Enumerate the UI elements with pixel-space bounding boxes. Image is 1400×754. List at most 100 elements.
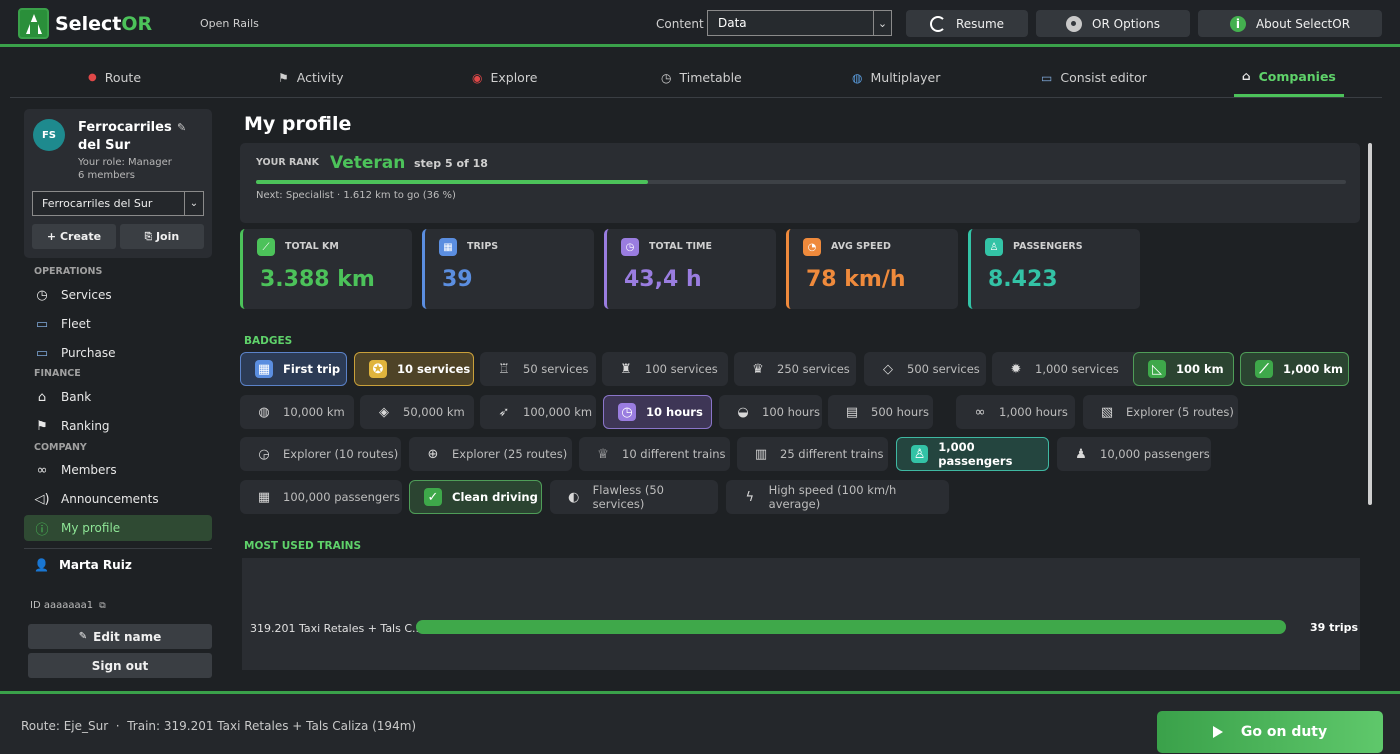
badge[interactable]: ✹ 1,000 services <box>992 352 1146 386</box>
stat-card: ▦ TRIPS 39 <box>422 229 594 309</box>
sidebar-item-ranking[interactable]: ⚑ Ranking <box>24 413 212 439</box>
resume-button[interactable]: Resume <box>906 10 1028 37</box>
sidebar-item-services[interactable]: ◷ Services <box>24 282 212 308</box>
badge-label: Clean driving <box>452 490 538 504</box>
edit-name-button[interactable]: ✎ Edit name <box>28 624 212 649</box>
badge[interactable]: ◷ 10 hours <box>603 395 712 429</box>
play-icon <box>1212 726 1223 738</box>
train-trips-count: 39 trips <box>1310 621 1359 634</box>
chevron-down-icon[interactable]: ⌄ <box>184 192 203 215</box>
disc-icon <box>1066 15 1083 32</box>
sidebar-item-announcements[interactable]: ◁) Announcements <box>24 486 212 512</box>
badge-label: 1,000 hours <box>999 405 1068 419</box>
scrollbar-thumb[interactable] <box>1368 143 1372 505</box>
badge[interactable]: ∞ 1,000 hours <box>956 395 1075 429</box>
tab-multiplayer[interactable]: ◍ Multiplayer <box>852 58 940 97</box>
badge[interactable]: ◺ 100 km <box>1133 352 1234 386</box>
badge-icon: ▦ <box>257 489 271 505</box>
content-select[interactable]: Data ⌄ <box>707 10 892 36</box>
chevron-down-icon[interactable]: ⌄ <box>873 11 891 35</box>
explore-icon: ◉ <box>472 70 483 85</box>
badge[interactable]: ⊕ Explorer (25 routes) <box>409 437 572 471</box>
sidebar-item-purchase[interactable]: ▭ Purchase <box>24 340 212 366</box>
badge[interactable]: ✪ 10 services <box>354 352 474 386</box>
badge[interactable]: ◶ Explorer (10 routes) <box>240 437 401 471</box>
badge[interactable]: ♖ 50 services <box>480 352 596 386</box>
sidebar-item-label: Members <box>61 463 117 477</box>
tab-route[interactable]: ● Route <box>88 58 141 97</box>
sidebar-item-label: Bank <box>61 390 92 404</box>
rank-next: Next: Specialist · 1.612 km to go (36 %) <box>256 190 456 201</box>
go-on-duty-button[interactable]: Go on duty <box>1157 711 1383 753</box>
tab-explore[interactable]: ◉ Explore <box>472 58 537 97</box>
tab-consist-editor[interactable]: ▭ Consist editor <box>1041 58 1147 97</box>
badge[interactable]: ◈ 50,000 km <box>360 395 474 429</box>
stat-card: ⟋ TOTAL KM 3.388 km <box>240 229 412 309</box>
tab-timetable[interactable]: ◷ Timetable <box>661 58 742 97</box>
badge[interactable]: ♕ 10 different trains <box>579 437 730 471</box>
badge[interactable]: ▥ 25 different trains <box>737 437 888 471</box>
badge[interactable]: ♟ 10,000 passengers <box>1057 437 1211 471</box>
badge[interactable]: ♙ 1,000 passengers <box>896 437 1049 471</box>
train-usage-bar <box>416 620 1286 634</box>
join-company-button[interactable]: ⎘ Join <box>120 224 204 249</box>
or-options-button[interactable]: OR Options <box>1036 10 1190 37</box>
badge[interactable]: ▧ Explorer (5 routes) <box>1083 395 1238 429</box>
create-company-button[interactable]: + Create <box>32 224 116 249</box>
sign-out-button[interactable]: Sign out <box>28 653 212 678</box>
badge[interactable]: ⟋ 1,000 km <box>1240 352 1349 386</box>
tab-activity[interactable]: ⚑ Activity <box>278 58 344 97</box>
badge[interactable]: ◒ 100 hours <box>719 395 822 429</box>
badge[interactable]: ◍ 10,000 km <box>240 395 354 429</box>
badge[interactable]: ▦ First trip <box>240 352 347 386</box>
company-name: Ferrocarriles del Sur <box>78 120 172 153</box>
badge-label: 10 hours <box>646 405 703 419</box>
badge[interactable]: ▦ 100,000 passengers <box>240 480 402 514</box>
badge[interactable]: ▤ 500 hours <box>828 395 933 429</box>
or-options-label: OR Options <box>1092 16 1160 31</box>
sidebar-item-members[interactable]: ∞ Members <box>24 457 212 483</box>
sidebar-item-my-profile[interactable]: ⓘ My profile <box>24 515 212 541</box>
resume-label: Resume <box>955 16 1005 31</box>
badge-label: 100 km <box>1176 362 1224 376</box>
section-finance: FINANCE <box>34 368 81 379</box>
badge-label: 10 different trains <box>622 447 726 461</box>
badge-label: 100,000 passengers <box>283 490 400 504</box>
company-role: Your role: Manager <box>78 157 172 168</box>
badge[interactable]: ◇ 500 services <box>864 352 986 386</box>
pencil-icon[interactable]: ✎ <box>177 121 186 134</box>
tab-multiplayer-label: Multiplayer <box>870 70 941 85</box>
railcar-icon: ▭ <box>35 345 49 361</box>
sidebar-item-label: Ranking <box>61 419 110 433</box>
badge-label: 500 hours <box>871 405 929 419</box>
sidebar-item-fleet[interactable]: ▭ Fleet <box>24 311 212 337</box>
badge-icon: ♖ <box>498 361 510 377</box>
copy-icon[interactable]: ⧉ <box>99 601 105 611</box>
badge[interactable]: ♜ 100 services <box>602 352 728 386</box>
company-members-count: 6 members <box>78 170 135 181</box>
pin-icon: ● <box>88 72 97 83</box>
badge[interactable]: ➶ 100,000 km <box>480 395 596 429</box>
current-user: 👤 Marta Ruiz <box>34 558 132 572</box>
flag-icon: ⚑ <box>36 418 48 434</box>
badge-icon: ◍ <box>258 404 270 420</box>
badge[interactable]: ♛ 250 services <box>734 352 856 386</box>
badge[interactable]: ◐ Flawless (50 services) <box>550 480 718 514</box>
building-icon: ⌂ <box>1242 69 1251 83</box>
about-label: About SelectOR <box>1255 16 1351 31</box>
sidebar-item-bank[interactable]: ⌂ Bank <box>24 384 212 410</box>
badge-icon: ✹ <box>1010 361 1022 377</box>
about-button[interactable]: i About SelectOR <box>1198 10 1382 37</box>
sign-out-label: Sign out <box>91 658 149 673</box>
bank-icon: ⌂ <box>37 389 47 405</box>
badge-icon: ◺ <box>1148 360 1166 378</box>
footer-bar: Route: Eje_Sur · Train: 319.201 Taxi Ret… <box>0 691 1400 754</box>
section-company: COMPANY <box>34 442 87 453</box>
badge-label: 50,000 km <box>403 405 465 419</box>
badge[interactable]: ϟ High speed (100 km/h average) <box>726 480 949 514</box>
company-select[interactable]: Ferrocarriles del Sur ⌄ <box>32 191 204 216</box>
badge[interactable]: ✓ Clean driving <box>409 480 542 514</box>
tab-companies[interactable]: ⌂ Companies <box>1234 58 1344 97</box>
badge-icon: ◒ <box>737 404 749 420</box>
clock-icon: ◷ <box>36 287 48 303</box>
